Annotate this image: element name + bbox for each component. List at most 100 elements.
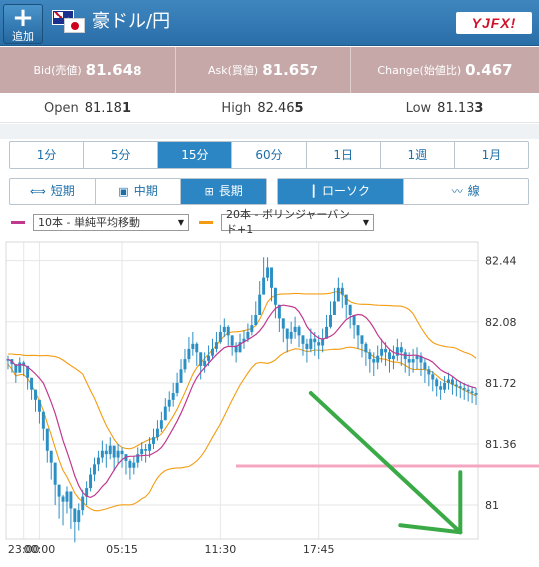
chart-type-toggle: ┃ ローソク 〰 線	[277, 178, 529, 205]
candle-body	[230, 335, 234, 346]
high-value: 82.465	[257, 100, 304, 116]
candle-body	[399, 347, 403, 353]
candle-body	[391, 355, 395, 360]
candle-body	[222, 326, 226, 332]
app-header: + 追加 豪ドル/円 YJFX!	[0, 0, 539, 46]
line-chart-button[interactable]: 〰 線	[402, 179, 529, 204]
currency-flags	[52, 10, 86, 34]
candle-body	[273, 287, 277, 305]
y-tick-label: 81.72	[485, 377, 517, 390]
tab-1min[interactable]: 1分	[10, 142, 83, 168]
candle-body	[435, 379, 439, 387]
candle-body	[443, 382, 447, 390]
candle-body	[447, 379, 450, 383]
candle-body	[226, 326, 230, 336]
tab-1month[interactable]: 1月	[453, 142, 528, 168]
candle-body	[474, 393, 478, 395]
candle-body	[470, 391, 474, 394]
candle-body	[266, 267, 270, 278]
y-tick-label: 82.44	[485, 255, 517, 268]
candle-body	[179, 369, 183, 383]
candle-body	[100, 450, 104, 458]
ma-indicator: 10本 - 単純平均移動 ▼	[11, 213, 189, 231]
line-chart-icon: 〰	[451, 185, 463, 198]
chevron-down-icon: ▼	[362, 217, 369, 227]
quote-strip: Bid(売値) 81.648 Ask(買値) 81.657 Change(始値比…	[0, 47, 539, 93]
brand-logo: YJFX!	[456, 12, 532, 34]
candle-body	[77, 510, 81, 523]
candle-body	[262, 277, 266, 295]
bb-select[interactable]: 20本 - ボリンジャーバンド+1 ▼	[221, 208, 374, 236]
candle-body	[148, 443, 152, 451]
ma-select[interactable]: 10本 - 単純平均移動 ▼	[33, 213, 189, 231]
candle-body	[293, 326, 297, 332]
candle-body	[384, 348, 388, 353]
candle-body	[431, 374, 435, 380]
candle-body	[218, 331, 222, 343]
candle-body	[329, 314, 332, 327]
low-label: Low	[405, 100, 432, 116]
low-value: 81.133	[437, 100, 484, 116]
candle-body	[285, 328, 289, 339]
tab-1week[interactable]: 1週	[379, 142, 454, 168]
open-value: 81.181	[84, 100, 131, 116]
candle-body	[108, 445, 112, 455]
y-tick-label: 81	[485, 499, 499, 512]
candle-body	[466, 389, 470, 392]
candle-body	[155, 428, 159, 438]
candle-body	[281, 318, 285, 329]
price-chart[interactable]: 82.4482.0881.7281.3681 23:00 05:15 11:30 17…	[0, 238, 539, 567]
candle-body	[144, 449, 148, 451]
bb-select-value: 20本 - ボリンジャーバンド+1	[226, 208, 350, 236]
candle-body	[132, 462, 136, 468]
candle-body	[360, 335, 364, 344]
candle-body	[309, 338, 313, 349]
tab-60min[interactable]: 60分	[231, 142, 305, 168]
candle-body	[104, 450, 108, 455]
candle-body	[65, 491, 69, 502]
x-tick-label: 05:15	[106, 543, 138, 556]
high-stat: High 82.465	[175, 93, 350, 123]
candle-body	[128, 460, 132, 468]
x-tick-label: 11:30	[205, 543, 237, 556]
candle-body	[73, 508, 77, 523]
range-mid-button[interactable]: ▣ 中期	[94, 179, 181, 204]
candle-body	[368, 352, 372, 360]
candle-body	[81, 496, 85, 511]
candle-body	[348, 304, 352, 315]
japan-flag-icon	[64, 18, 85, 33]
candlestick-button[interactable]: ┃ ローソク	[278, 179, 403, 204]
candle-body	[116, 450, 120, 458]
candle-body	[167, 399, 171, 407]
tab-1day[interactable]: 1日	[305, 142, 380, 168]
change-value: 0.467	[465, 61, 513, 79]
candle-body	[407, 359, 411, 363]
range-short-label: 短期	[50, 184, 75, 198]
add-label: 追加	[12, 30, 34, 43]
bb-indicator: 20本 - ボリンジャーバンド+1 ▼	[199, 208, 374, 236]
open-stat: Open 81.181	[0, 93, 175, 123]
range-mid-label: 中期	[133, 184, 158, 198]
candle-body	[69, 491, 73, 509]
add-button[interactable]: + 追加	[3, 4, 43, 44]
bb-color-swatch	[199, 220, 213, 224]
section-divider	[0, 124, 539, 139]
range-short-button[interactable]: ⟺ 短期	[10, 179, 95, 204]
range-long-button[interactable]: ⊞ 長期	[180, 179, 267, 204]
candle-body	[376, 355, 380, 363]
range-toggle: ⟺ 短期 ▣ 中期 ⊞ 長期	[9, 178, 267, 205]
tab-15min[interactable]: 15分	[157, 142, 232, 168]
candle-body	[214, 342, 218, 349]
candle-body	[317, 342, 321, 346]
low-stat: Low 81.133	[350, 93, 539, 123]
candle-body	[175, 382, 179, 394]
candlestick-icon: ┃	[310, 185, 318, 198]
ask-quote: Ask(買値) 81.657	[175, 47, 350, 93]
candle-body	[332, 301, 336, 315]
high-label: High	[221, 100, 252, 116]
candle-body	[57, 484, 61, 497]
tab-5min[interactable]: 5分	[83, 142, 157, 168]
candle-body	[380, 348, 384, 356]
candle-body	[96, 457, 100, 465]
ask-value: 81.657	[262, 61, 319, 79]
